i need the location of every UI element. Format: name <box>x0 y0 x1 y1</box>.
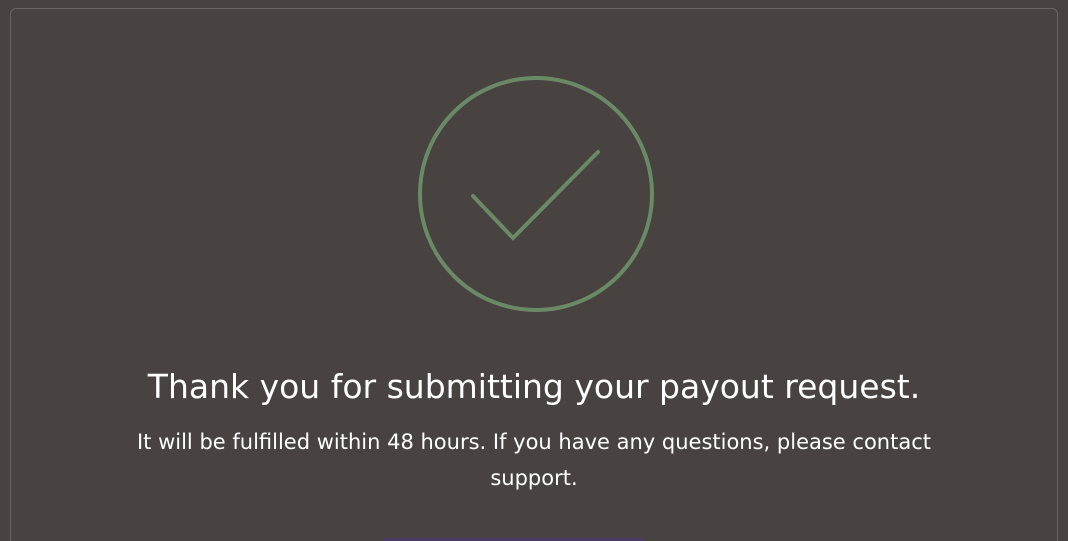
page-background: Thank you for submitting your payout req… <box>0 0 1068 541</box>
confirmation-message: It will be fulfilled within 48 hours. If… <box>136 430 931 490</box>
cut-off-link[interactable] <box>384 535 684 541</box>
check-circle-icon <box>417 76 655 314</box>
confirmation-title: Thank you for submitting your payout req… <box>147 367 921 406</box>
